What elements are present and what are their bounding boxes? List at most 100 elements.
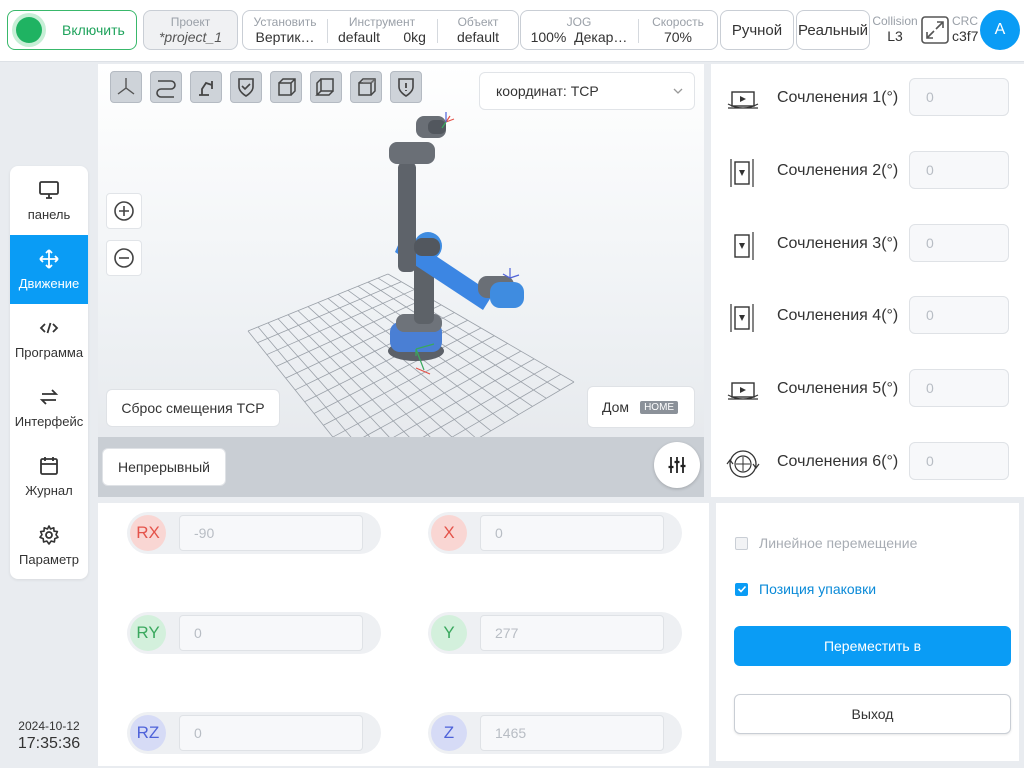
nav-item-motion[interactable]: Движение [10, 235, 88, 304]
joint-4-input[interactable] [909, 296, 1009, 334]
real-mode-button[interactable]: Реальный [796, 10, 870, 50]
nav-item-parameters[interactable]: Параметр [10, 511, 88, 579]
x-control: X [428, 512, 682, 554]
z-badge[interactable]: Z [431, 715, 467, 751]
grid-line [297, 310, 450, 456]
joint-label: Сочленения 3(°) [777, 235, 899, 252]
nav-item-program[interactable]: Программа [10, 304, 88, 373]
nav-label: Программа [14, 345, 84, 360]
joint-label: Сочленения 1(°) [777, 89, 899, 106]
shield-alert-icon [398, 78, 414, 97]
joint-3-input[interactable] [909, 224, 1009, 262]
z-input[interactable] [480, 715, 664, 751]
swap-arrows-icon [39, 389, 59, 405]
rz-input[interactable] [179, 715, 363, 751]
jog-selector[interactable]: JOG 100% Декар… [521, 11, 637, 49]
joint-row: Сочленения 1(°) [711, 74, 1024, 124]
x-badge[interactable]: X [431, 515, 467, 551]
project-key: Проект [170, 15, 211, 29]
exit-button[interactable]: Выход [734, 694, 1011, 734]
user-avatar[interactable]: A [980, 10, 1020, 50]
clock-date: 2024-10-12 [18, 719, 80, 733]
joint-3-icon [734, 232, 754, 260]
joint-row: Сочленения 3(°) [711, 220, 1024, 270]
y-input[interactable] [480, 615, 664, 651]
mount-selector[interactable]: Установить Вертик… [243, 11, 327, 49]
home-badge: HOME [640, 400, 679, 414]
view-iso-button[interactable] [110, 71, 142, 103]
x-input[interactable] [480, 515, 664, 551]
object-selector[interactable]: Объект default [438, 11, 518, 49]
collision-key: Collision [872, 14, 918, 28]
joint-5-input[interactable] [909, 369, 1009, 407]
joint-row: Сочленения 6(°) [711, 438, 1024, 488]
view-side-button[interactable] [310, 71, 342, 103]
gear-icon [39, 525, 59, 545]
cartesian-panel: RX X RY Y RZ Z [98, 503, 709, 766]
expand-icon[interactable] [921, 16, 949, 44]
nav-label: Параметр [19, 552, 79, 567]
view-top-button[interactable] [350, 71, 382, 103]
rx-control: RX [127, 512, 381, 554]
y-badge[interactable]: Y [431, 615, 467, 651]
rz-badge[interactable]: RZ [130, 715, 166, 751]
pack-position-checkbox[interactable]: Позиция упаковки [735, 581, 876, 597]
power-status-icon [16, 17, 42, 43]
joint-2-input[interactable] [909, 151, 1009, 189]
cube-front-icon [278, 78, 296, 96]
grid-line [317, 302, 478, 440]
jog-settings-button[interactable] [654, 442, 700, 488]
speed-key: Скорость [652, 15, 704, 29]
grid-line [304, 319, 468, 403]
grid-line [313, 327, 482, 414]
continuous-mode-button[interactable]: Непрерывный [102, 448, 226, 486]
pack-position-label: Позиция упаковки [759, 581, 877, 597]
setup-group: Установить Вертик… Инструмент default 0k… [242, 10, 519, 50]
zoom-out-button[interactable] [106, 240, 142, 276]
checkbox-box[interactable] [735, 536, 748, 550]
checkbox-box[interactable] [735, 582, 748, 596]
joint-1-icon [727, 91, 759, 109]
home-button[interactable]: Дом HOME [587, 386, 695, 428]
view-path-button[interactable] [150, 71, 182, 103]
zoom-in-button[interactable] [106, 193, 142, 229]
grid-line [342, 350, 522, 450]
ry-control: RY [127, 612, 381, 654]
ry-input[interactable] [179, 615, 363, 651]
ry-badge[interactable]: RY [130, 615, 166, 651]
project-selector[interactable]: Проект *project_1 [143, 10, 238, 50]
rx-input[interactable] [179, 515, 363, 551]
manual-mode-button[interactable]: Ручной [720, 10, 794, 50]
view-safety-button[interactable] [390, 71, 422, 103]
move-to-button[interactable]: Переместить в [734, 626, 1011, 666]
jog-key: JOG [566, 15, 592, 29]
clock-time: 17:35:36 [17, 735, 81, 752]
side-nav: панель Движение Программа Интерфейс Журн… [10, 166, 88, 579]
grid-line [357, 285, 533, 407]
top-bar: Включить Проект *project_1 Установить Ве… [0, 0, 1024, 62]
nav-label: панель [27, 207, 71, 222]
joint-6-input[interactable] [909, 442, 1009, 480]
axes-icon [117, 78, 135, 95]
coordinate-select[interactable]: координат: TCP [479, 72, 695, 110]
reset-tcp-offset-button[interactable]: Сброс смещения TCP [106, 389, 280, 427]
zoom-in-icon [114, 201, 134, 221]
zoom-out-icon [114, 248, 134, 268]
linear-move-checkbox[interactable]: Линейное перемещение [735, 535, 917, 551]
joint-1-input[interactable] [909, 78, 1009, 116]
view-robot-button[interactable] [190, 71, 222, 103]
power-on-button[interactable]: Включить [7, 10, 137, 50]
robot-3d-view[interactable]: координат: TCP Сброс смещения TCP Дом HO… [98, 64, 704, 497]
nav-item-dashboard[interactable]: панель [10, 166, 88, 235]
nav-item-log[interactable]: Журнал [10, 442, 88, 511]
grid-line [247, 273, 389, 332]
view-shield-button[interactable] [230, 71, 262, 103]
calendar-icon [40, 457, 58, 475]
view-front-button[interactable] [270, 71, 302, 103]
tool-selector[interactable]: Инструмент default 0kg [328, 11, 436, 49]
nav-label: Движение [18, 276, 80, 291]
nav-item-interface[interactable]: Интерфейс [10, 373, 88, 442]
rx-badge[interactable]: RX [130, 515, 166, 551]
joint-label: Сочленения 2(°) [777, 162, 899, 179]
speed-selector[interactable]: Скорость 70% [639, 11, 717, 49]
